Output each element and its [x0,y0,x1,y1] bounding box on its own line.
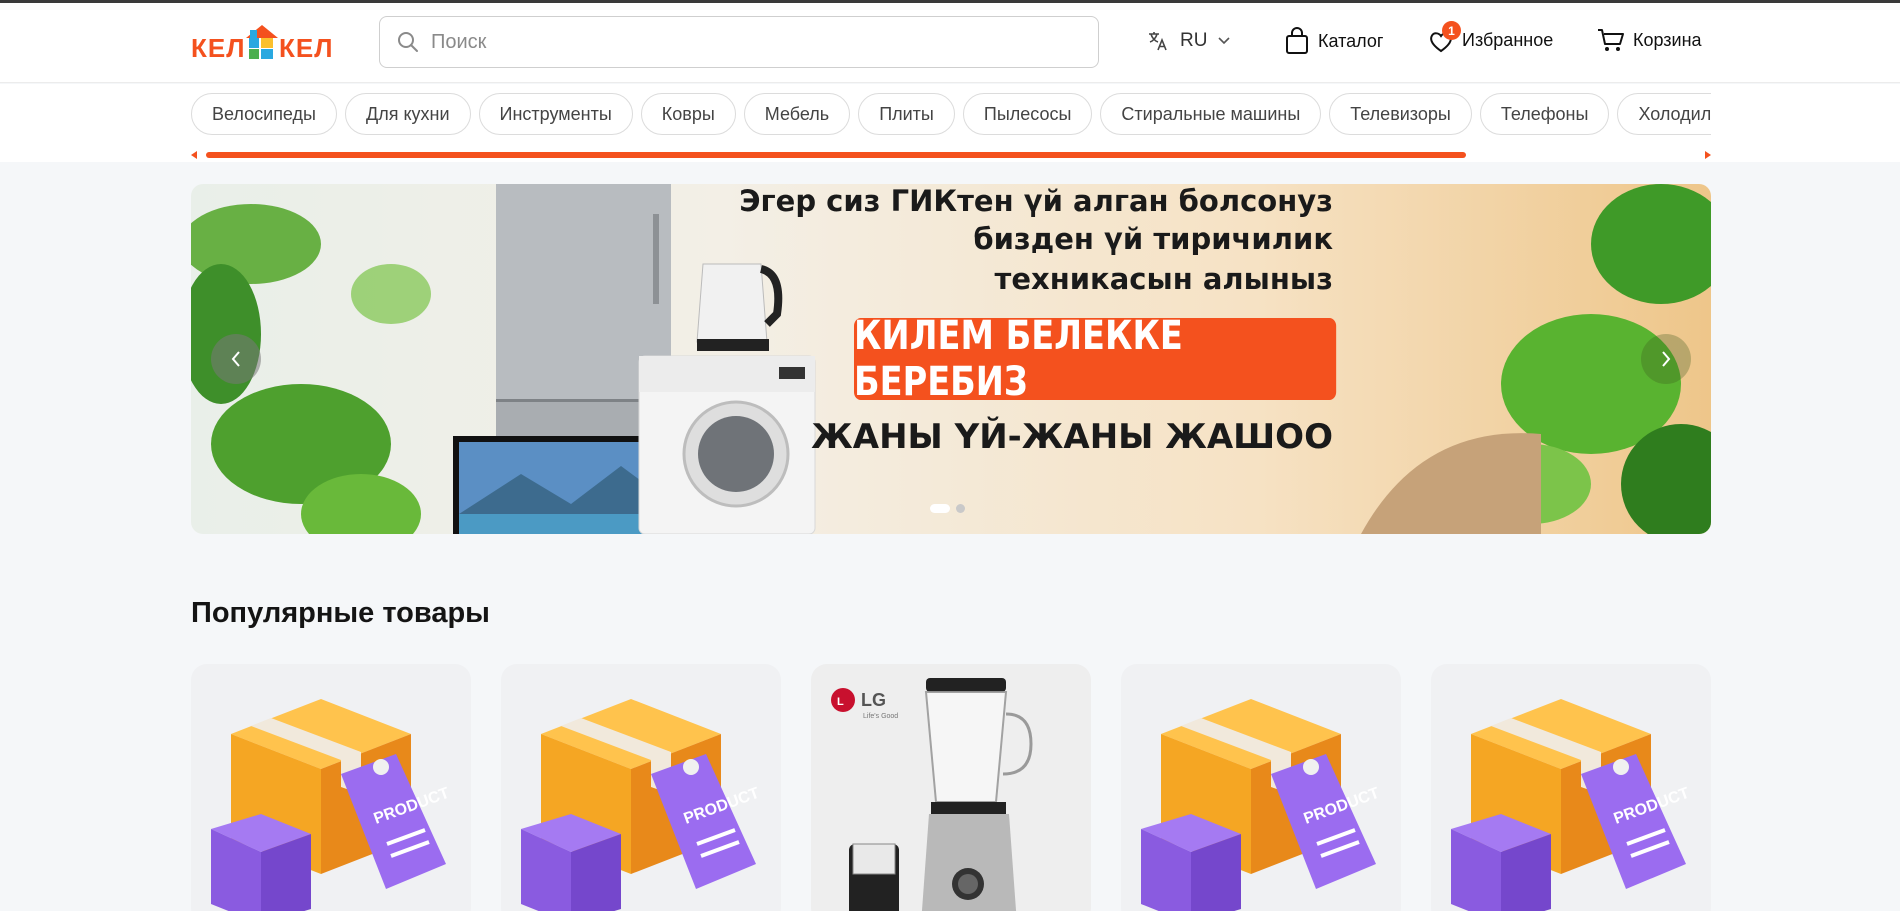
banner-line-2: бизден үй тиричилик [973,222,1333,256]
language-selector[interactable]: RU [1146,29,1231,53]
product-box-image: PRODUCT [1451,699,1692,911]
banner-line-1: Эгер сиз ГИКтен үй алган болсонуз [739,184,1333,218]
product-box-image: PRODUCT [211,699,452,911]
favorites-count-badge: 1 [1442,21,1461,40]
slider-pagination [930,504,965,513]
cart-icon [1598,29,1624,51]
chevron-down-icon [1218,37,1231,45]
category-chip[interactable]: Стиральные машины [1100,93,1322,135]
category-chip[interactable]: Холодильники [1617,93,1711,135]
translate-icon [1149,32,1167,51]
cart-link[interactable]: Корзина [1597,27,1702,53]
category-bar: Велосипеды Для кухни Инструменты Ковры Мебел… [0,84,1900,162]
category-chip[interactable]: Велосипеды [191,93,337,135]
category-chip[interactable]: Плиты [858,93,955,135]
favorites-label: Избранное [1462,29,1554,50]
slider-next-button[interactable] [1641,334,1691,384]
product-card[interactable]: PRODUCT [1121,664,1401,911]
search-input[interactable] [431,30,1031,54]
product-box-image: PRODUCT [1141,699,1382,911]
product-card[interactable]: PRODUCT [191,664,471,911]
category-chip[interactable]: Для кухни [345,93,471,135]
category-chip[interactable]: Ковры [640,93,736,135]
category-chip[interactable]: Пылесосы [962,93,1093,135]
catalog-label: Каталог [1318,30,1384,51]
promo-banner[interactable]: Эгер сиз ГИКтен үй алган болсонуз бизден… [191,184,1711,534]
chevron-right-icon [1662,351,1671,367]
site-header: КЕЛ КЕЛ RU Каталог 1 Избранное Корзина [0,3,1900,83]
favorites-icon-wrap: 1 [1428,21,1461,53]
scrollbar-thumb[interactable] [206,152,1466,158]
product-card[interactable]: L LG Life's Good [811,664,1091,911]
product-card[interactable]: PRODUCT [501,664,781,911]
favorites-link[interactable]: 1 Избранное [1428,21,1554,53]
scroll-left-arrow-icon[interactable] [191,151,197,159]
banner-slogan: ЖАНЫ ҮЙ-ЖАНЫ ЖАШОО [811,417,1333,457]
product-box-image: PRODUCT [521,699,762,911]
chevron-left-icon [231,351,240,367]
lg-blender-image: L LG Life's Good [831,678,1033,911]
category-chips[interactable]: Велосипеды Для кухни Инструменты Ковры Мебел… [191,93,1711,139]
language-label: RU [1180,30,1208,51]
banner-line-3: техникасын алыныз [994,262,1333,296]
popular-products-title: Популярные товары [191,597,490,629]
slider-prev-button[interactable] [211,334,261,384]
svg-text:Life's Good: Life's Good [863,713,898,720]
shopping-bag-icon [1286,27,1308,54]
search-bar[interactable] [379,16,1099,68]
category-chip[interactable]: Телефоны [1479,93,1610,135]
category-chip[interactable]: Мебель [743,93,851,135]
cart-label: Корзина [1633,29,1702,50]
slider-dot-active[interactable] [930,504,950,513]
category-scrollbar[interactable] [191,150,1711,160]
slider-dot[interactable] [956,504,965,513]
popular-products-list: PRODUCT PRODUCT L LG Life's Good PRODUCT… [191,664,1711,911]
catalog-link[interactable]: Каталог [1284,27,1383,55]
category-chip[interactable]: Инструменты [478,93,633,135]
product-card[interactable]: PRODUCT [1431,664,1711,911]
category-chip[interactable]: Телевизоры [1329,93,1472,135]
svg-text:КЕЛ: КЕЛ [279,33,333,63]
svg-text:L: L [837,696,844,708]
scroll-right-arrow-icon[interactable] [1705,151,1711,159]
kelkel-logo[interactable]: КЕЛ КЕЛ [191,24,333,64]
svg-text:КЕЛ: КЕЛ [191,33,245,63]
banner-promo-badge: КИЛЕМ БЕЛЕККЕ БЕРЕБИЗ [854,313,1337,405]
search-icon [398,32,418,52]
lg-logo-text: LG [861,690,886,710]
